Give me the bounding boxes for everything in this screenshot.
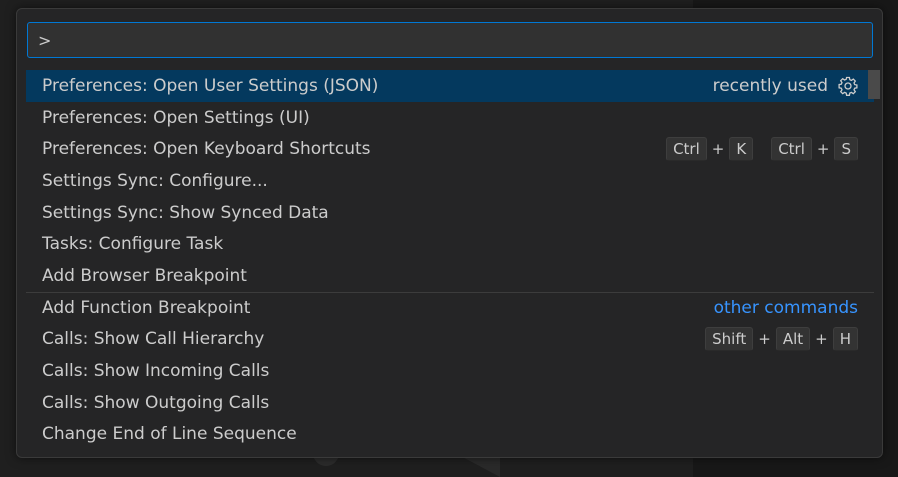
key-cap: Ctrl bbox=[771, 137, 812, 162]
key-cap: K bbox=[729, 137, 754, 162]
plus-sign: + bbox=[711, 140, 725, 159]
key-cap: S bbox=[834, 137, 858, 162]
list-item-label: Preferences: Open User Settings (JSON) bbox=[42, 75, 379, 96]
list-item[interactable]: Add Browser Breakpoint bbox=[26, 260, 874, 292]
separator-label-area: other commands bbox=[714, 298, 858, 318]
key-cap: Alt bbox=[775, 327, 811, 352]
list-item-detail-area: recently used bbox=[713, 76, 858, 96]
list-item[interactable]: Add Function Breakpoint other commands bbox=[26, 291, 874, 324]
list-item[interactable]: Preferences: Open Settings (UI) bbox=[26, 102, 874, 134]
list-item[interactable]: Change End of Line Sequence bbox=[26, 419, 874, 451]
keybinding: Shift + Alt + H bbox=[691, 327, 858, 352]
recently-used-label: recently used bbox=[712, 75, 828, 96]
keybinding-chord: Ctrl + S bbox=[771, 137, 858, 162]
list-item-label: Preferences: Open Settings (UI) bbox=[42, 107, 310, 128]
list-item[interactable]: Calls: Show Outgoing Calls bbox=[26, 387, 874, 419]
list-item-label: Add Function Breakpoint bbox=[42, 298, 251, 319]
keybinding: Ctrl + K Ctrl + S bbox=[652, 137, 858, 162]
list-item-label: Add Browser Breakpoint bbox=[42, 265, 247, 286]
keybinding-chord: Shift + Alt + H bbox=[705, 327, 858, 352]
key-cap: Shift bbox=[705, 327, 754, 352]
list-item[interactable]: Settings Sync: Show Synced Data bbox=[26, 197, 874, 229]
list-item-label: Calls: Show Call Hierarchy bbox=[42, 329, 265, 350]
command-input[interactable] bbox=[28, 23, 872, 57]
list-item[interactable]: Tasks: Configure Task bbox=[26, 228, 874, 260]
plus-sign: + bbox=[758, 330, 771, 349]
command-palette: Preferences: Open User Settings (JSON) r… bbox=[16, 8, 883, 458]
list-item-label: Calls: Show Incoming Calls bbox=[42, 361, 270, 382]
list-item-label: Calls: Show Outgoing Calls bbox=[42, 392, 270, 413]
list-item[interactable]: Calls: Show Incoming Calls bbox=[26, 355, 874, 387]
command-input-box[interactable] bbox=[27, 22, 873, 58]
list-item[interactable]: Preferences: Open User Settings (JSON) r… bbox=[26, 70, 874, 102]
list-item[interactable]: Calls: Show Call Hierarchy Shift + Alt +… bbox=[26, 324, 874, 356]
plus-sign: + bbox=[816, 140, 830, 159]
list-item[interactable]: Preferences: Open Keyboard Shortcuts Ctr… bbox=[26, 133, 874, 165]
keybinding-chord: Ctrl + K bbox=[666, 137, 754, 162]
command-list: Preferences: Open User Settings (JSON) r… bbox=[26, 70, 874, 450]
plus-sign: + bbox=[815, 330, 828, 349]
list-item-label: Settings Sync: Show Synced Data bbox=[42, 202, 329, 223]
scrollbar-thumb[interactable] bbox=[868, 70, 880, 99]
gear-icon[interactable] bbox=[838, 76, 858, 96]
key-cap: H bbox=[832, 327, 858, 352]
list-item-label: Preferences: Open Keyboard Shortcuts bbox=[42, 139, 371, 160]
key-cap: Ctrl bbox=[666, 137, 707, 162]
other-commands-label: other commands bbox=[713, 298, 858, 319]
list-item-label: Tasks: Configure Task bbox=[42, 234, 224, 255]
list-item-label: Change End of Line Sequence bbox=[42, 424, 297, 445]
list-item[interactable]: Settings Sync: Configure... bbox=[26, 165, 874, 197]
list-item-label: Settings Sync: Configure... bbox=[42, 170, 268, 191]
